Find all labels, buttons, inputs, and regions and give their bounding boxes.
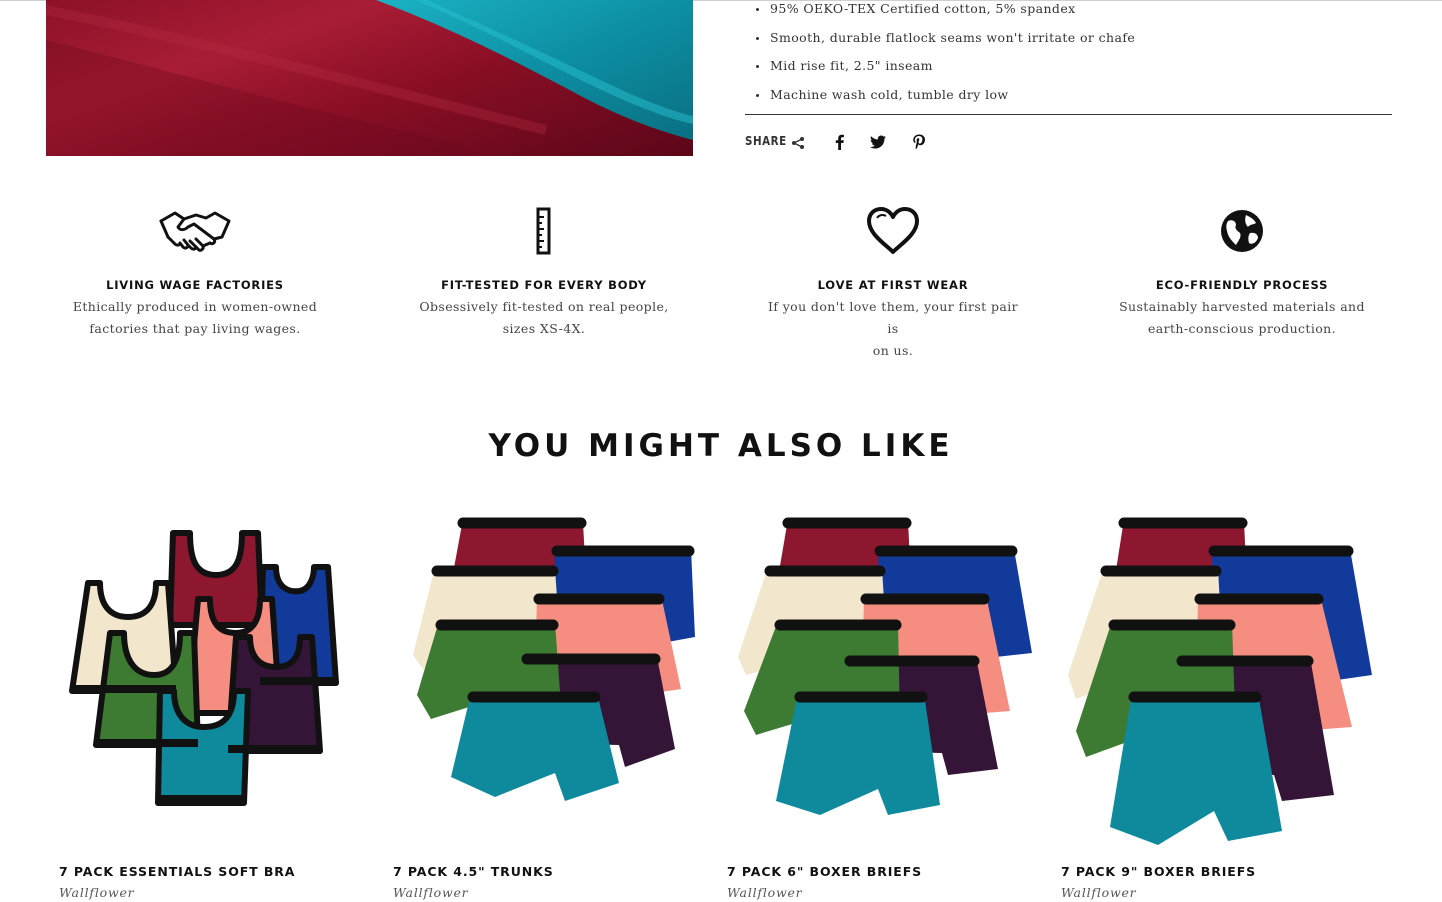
feature-fit-tested: FIT-TESTED FOR EVERY BODY Obsessively fi…: [414, 200, 674, 340]
share-row[interactable]: SHARE: [745, 134, 804, 149]
product-name[interactable]: 7 PACK 6" BOXER BRIEFS: [727, 864, 922, 879]
feature-title: LOVE AT FIRST WEAR: [817, 278, 969, 292]
product-image-9in-boxer-briefs[interactable]: [1060, 505, 1380, 855]
share-label: SHARE: [745, 134, 787, 148]
product-details-list: 95% OEKO-TEX Certified cotton, 5% spande…: [752, 0, 1135, 114]
product-brand: Wallflower: [59, 885, 135, 900]
product-card[interactable]: [728, 505, 1048, 859]
product-image-trunks[interactable]: [405, 505, 725, 855]
feature-description: Obsessively fit-tested on real people, si…: [419, 299, 669, 336]
product-card[interactable]: [48, 505, 368, 859]
handshake-icon: [159, 211, 231, 252]
pinterest-icon[interactable]: [910, 133, 928, 151]
feature-eco-friendly: ECO-FRIENDLY PROCESS Sustainably harvest…: [1112, 200, 1372, 340]
feature-description: Ethically produced in women-owned factori…: [72, 299, 318, 336]
heart-icon: [867, 207, 919, 254]
product-name[interactable]: 7 PACK 9" BOXER BRIEFS: [1061, 864, 1256, 879]
product-name[interactable]: 7 PACK 4.5" TRUNKS: [393, 864, 554, 879]
feature-description: If you don't love them, your first pair …: [767, 299, 1018, 358]
product-brand: Wallflower: [393, 885, 469, 900]
detail-bullet: 95% OEKO-TEX Certified cotton, 5% spande…: [752, 0, 1135, 29]
feature-living-wage: LIVING WAGE FACTORIES Ethically produced…: [65, 200, 325, 340]
feature-description: Sustainably harvested materials and earth…: [1119, 299, 1365, 336]
product-image-bras[interactable]: [48, 505, 368, 855]
feature-title: FIT-TESTED FOR EVERY BODY: [441, 278, 647, 292]
product-brand: Wallflower: [727, 885, 803, 900]
you-might-also-like-heading: YOU MIGHT ALSO LIKE: [488, 428, 954, 464]
product-brand: Wallflower: [1061, 885, 1137, 900]
feature-title: ECO-FRIENDLY PROCESS: [1155, 278, 1329, 292]
product-name[interactable]: 7 PACK ESSENTIALS SOFT BRA: [59, 864, 295, 879]
detail-bullet: Mid rise fit, 2.5" inseam: [752, 57, 1135, 86]
twitter-icon[interactable]: [869, 133, 887, 151]
detail-bullet: Smooth, durable flatlock seams won't irr…: [752, 29, 1135, 58]
globe-icon: [1221, 210, 1263, 252]
product-card[interactable]: [1060, 505, 1380, 859]
detail-bullet: Machine wash cold, tumble dry low: [752, 86, 1135, 115]
facebook-icon[interactable]: [831, 133, 849, 151]
share-icon[interactable]: [791, 136, 805, 150]
section-divider: [745, 114, 1392, 115]
ruler-icon: [536, 207, 551, 255]
feature-love-first-wear: LOVE AT FIRST WEAR If you don't love the…: [763, 200, 1023, 362]
product-image-6in-boxer-briefs[interactable]: [728, 505, 1048, 855]
product-card[interactable]: [405, 505, 725, 859]
feature-title: LIVING WAGE FACTORIES: [106, 278, 284, 292]
fabric-closeup-image: [46, 0, 693, 156]
